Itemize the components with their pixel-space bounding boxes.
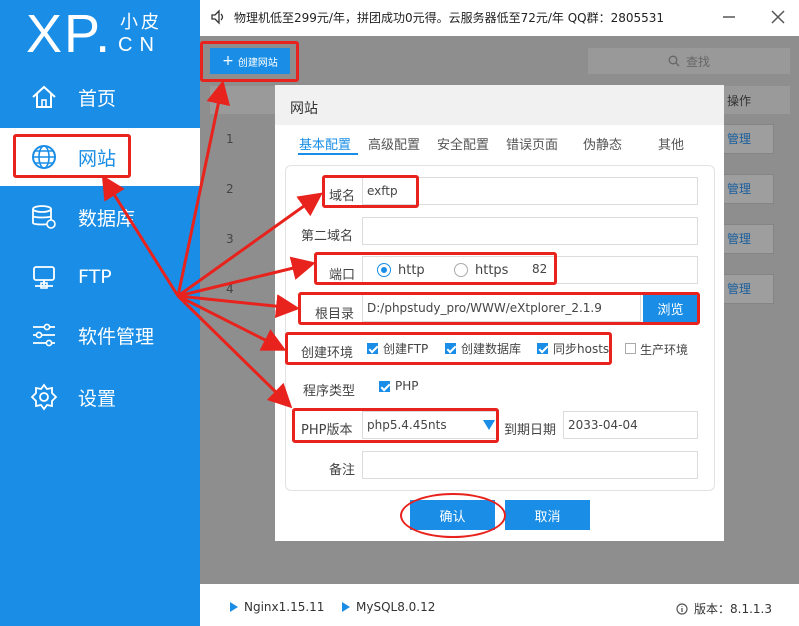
- sidebar-item-settings[interactable]: 设置: [0, 368, 200, 426]
- mysql-label: MySQL8.0.12: [356, 600, 436, 614]
- annotation-box-domain: [322, 175, 419, 208]
- expire-date-label: 到期日期: [504, 423, 557, 438]
- table-row-number: 1: [226, 132, 234, 146]
- logo-subtitle: 小皮: [120, 12, 162, 33]
- annotation-box-env: [285, 332, 612, 365]
- production-env-label: 生产环境: [640, 343, 689, 357]
- php-type-label: PHP: [395, 379, 419, 393]
- cancel-button[interactable]: 取消: [505, 500, 590, 530]
- ftp-icon: [33, 266, 55, 289]
- sidebar-item-ftp[interactable]: FTP: [0, 248, 200, 306]
- version-label: 版本：8.1.1.3: [694, 602, 772, 616]
- close-icon[interactable]: [770, 9, 786, 25]
- table-row-number: 4: [226, 282, 234, 296]
- tab-error-pages[interactable]: 错误页面: [506, 134, 558, 153]
- dialog-title-bar: [275, 85, 724, 125]
- php-checkbox[interactable]: [379, 381, 390, 392]
- play-icon: [342, 602, 350, 612]
- remark-label: 备注: [329, 463, 356, 478]
- home-icon: [32, 85, 56, 108]
- speaker-icon: [211, 9, 224, 25]
- tab-other[interactable]: 其他: [658, 134, 684, 153]
- logo-domain: CN: [118, 34, 161, 56]
- annotation-box-port: [314, 252, 557, 285]
- version-info: 版本：8.1.1.3: [676, 600, 772, 617]
- sidebar-item-label: 软件管理: [78, 325, 155, 348]
- search-placeholder: 查找: [685, 54, 710, 69]
- mysql-status[interactable]: MySQL8.0.12: [342, 600, 435, 614]
- info-icon: [676, 602, 688, 615]
- program-type-label: 程序类型: [303, 384, 356, 399]
- database-icon: [32, 205, 56, 229]
- dialog-title: 网站: [290, 101, 318, 117]
- notice-text[interactable]: 物理机低至299元/年，拼团成功0元得。云服务器低至72元/年 QQ群：2805…: [234, 9, 664, 26]
- annotation-box-website: [13, 134, 131, 178]
- table-row-number: 3: [226, 232, 234, 246]
- nginx-status[interactable]: Nginx1.15.11: [230, 600, 324, 614]
- logo: XP.: [26, 4, 113, 64]
- tab-basic[interactable]: 基本配置: [299, 134, 351, 153]
- sidebar-item-label: FTP: [78, 266, 112, 288]
- annotation-box-php: [292, 408, 499, 443]
- annotation-box-create-site: [200, 41, 299, 82]
- tab-advanced[interactable]: 高级配置: [368, 134, 420, 153]
- production-env-checkbox[interactable]: [625, 343, 636, 354]
- second-domain-field[interactable]: [362, 217, 698, 245]
- tab-rewrite[interactable]: 伪静态: [583, 134, 622, 153]
- tab-indicator: [298, 153, 358, 155]
- minimize-icon[interactable]: [722, 10, 736, 24]
- second-domain-label: 第二域名: [301, 229, 354, 244]
- nginx-label: Nginx1.15.11: [244, 600, 325, 614]
- remark-field[interactable]: [362, 451, 698, 479]
- sidebar-item-label: 设置: [78, 387, 117, 410]
- annotation-box-root: [298, 292, 700, 325]
- search-input[interactable]: 查找: [588, 48, 790, 74]
- sidebar-item-label: 数据库: [78, 207, 136, 230]
- sidebar-item-home[interactable]: 首页: [0, 68, 200, 126]
- annotation-ellipse-confirm: [400, 493, 506, 538]
- sidebar-item-label: 首页: [78, 87, 117, 110]
- column-header-operation: 操作: [727, 94, 752, 108]
- gear-icon: [30, 383, 58, 411]
- sidebar-item-software[interactable]: 软件管理: [0, 306, 200, 364]
- search-icon: [668, 55, 680, 67]
- play-icon: [230, 602, 238, 612]
- expire-date-field[interactable]: 2033-04-04: [563, 411, 698, 439]
- sliders-icon: [33, 323, 55, 347]
- table-row-number: 2: [226, 182, 234, 196]
- sidebar-item-database[interactable]: 数据库: [0, 188, 200, 246]
- tab-security[interactable]: 安全配置: [437, 134, 489, 153]
